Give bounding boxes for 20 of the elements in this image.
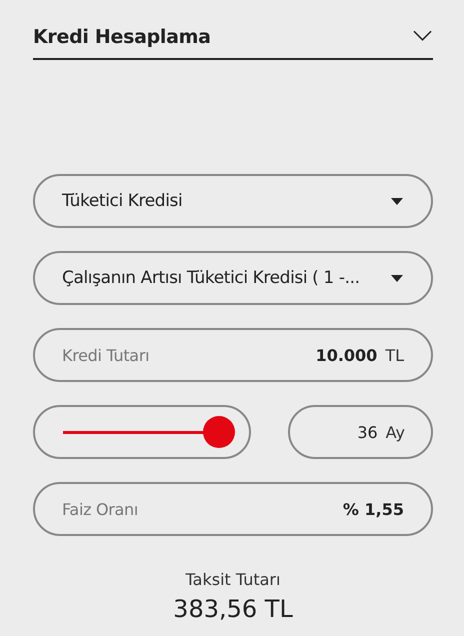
result-value: 383,56 TL (173, 595, 293, 623)
amount-field[interactable]: Kredi Tutarı 10.000 TL (33, 328, 433, 382)
term-slider[interactable] (33, 405, 251, 459)
caret-icon (391, 274, 403, 282)
term-value: 36 (357, 422, 378, 442)
caret-icon (391, 198, 403, 204)
unit-label: TL (385, 346, 404, 364)
unit-label: Ay (386, 422, 405, 442)
select-dropdown[interactable]: Çalışanın Artısı Tüketici Kredisi ( 1 -... (33, 251, 433, 305)
chevron-icon[interactable] (413, 30, 432, 42)
term-field[interactable]: 36 Ay (288, 405, 433, 459)
rate-field[interactable]: Faiz Oranı % 1,55 (33, 482, 433, 536)
slider-thumb[interactable] (203, 416, 235, 448)
field-label: Kredi Tutarı (62, 346, 150, 364)
section-title: Kredi Hesaplama (33, 25, 211, 48)
rate-value: % 1,55 (342, 500, 404, 518)
amount-value: 10.000 (316, 346, 378, 364)
result-label: Taksit Tutarı (186, 570, 280, 589)
field-label: Faiz Oranı (62, 500, 138, 518)
select-dropdown[interactable]: Tüketici Kredisi (33, 174, 433, 228)
